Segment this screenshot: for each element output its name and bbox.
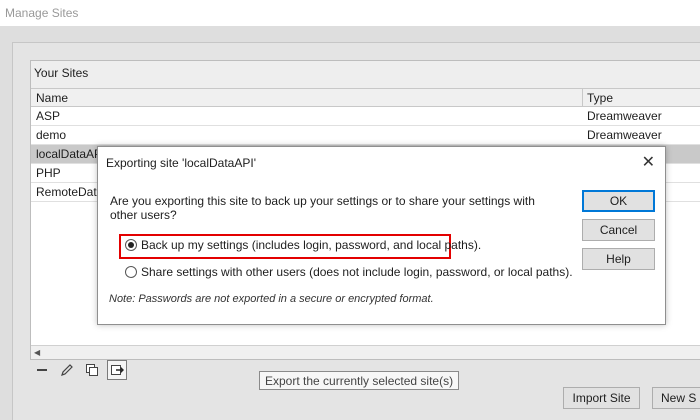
dialog-title: Exporting site 'localDataAPI' bbox=[106, 156, 256, 170]
sites-section-label: Your Sites bbox=[34, 66, 89, 80]
site-type: Dreamweaver bbox=[587, 109, 662, 123]
site-row-asp[interactable]: ASP Dreamweaver bbox=[31, 107, 700, 126]
export-tooltip: Export the currently selected site(s) bbox=[259, 371, 460, 390]
dialog-note: Note: Passwords are not exported in a se… bbox=[109, 293, 434, 305]
backup-settings-option[interactable]: Back up my settings (includes login, pas… bbox=[125, 238, 481, 252]
minus-icon[interactable] bbox=[32, 360, 52, 380]
column-divider[interactable] bbox=[582, 89, 583, 108]
import-site-button[interactable]: Import Site bbox=[563, 387, 640, 409]
cancel-button[interactable]: Cancel bbox=[582, 219, 655, 241]
share-option-label: Share settings with other users (does no… bbox=[141, 265, 573, 279]
column-header-name[interactable]: Name bbox=[36, 91, 68, 105]
radio-button-checked[interactable] bbox=[125, 239, 137, 251]
list-header: Name Type bbox=[31, 88, 700, 108]
window-title: Manage Sites bbox=[5, 6, 79, 20]
site-row-demo[interactable]: demo Dreamweaver bbox=[31, 126, 700, 145]
dialog-question: Are you exporting this site to back up y… bbox=[110, 194, 535, 222]
ok-button[interactable]: OK bbox=[582, 190, 655, 212]
share-settings-option[interactable]: Share settings with other users (does no… bbox=[125, 265, 573, 279]
column-header-type[interactable]: Type bbox=[587, 91, 613, 105]
duplicate-icon[interactable] bbox=[82, 360, 102, 380]
export-site-dialog: Exporting site 'localDataAPI' ✕ Are you … bbox=[97, 146, 666, 325]
new-site-button[interactable]: New S bbox=[652, 387, 700, 409]
site-name: PHP bbox=[36, 166, 61, 180]
site-name: localDataAPI bbox=[36, 147, 106, 161]
radio-button[interactable] bbox=[125, 266, 137, 278]
help-button[interactable]: Help bbox=[582, 248, 655, 270]
backup-option-label: Back up my settings (includes login, pas… bbox=[141, 238, 482, 252]
horizontal-scrollbar[interactable]: ◀ bbox=[31, 345, 700, 359]
site-type: Dreamweaver bbox=[587, 128, 662, 142]
site-name: demo bbox=[36, 128, 67, 142]
close-icon[interactable]: ✕ bbox=[642, 152, 655, 172]
site-name: RemoteData bbox=[36, 185, 104, 199]
site-name: ASP bbox=[36, 109, 61, 123]
window-titlebar: Manage Sites bbox=[0, 0, 700, 26]
pencil-icon[interactable] bbox=[57, 360, 77, 380]
scroll-left-icon[interactable]: ◀ bbox=[34, 348, 40, 357]
export-icon[interactable] bbox=[107, 360, 127, 380]
